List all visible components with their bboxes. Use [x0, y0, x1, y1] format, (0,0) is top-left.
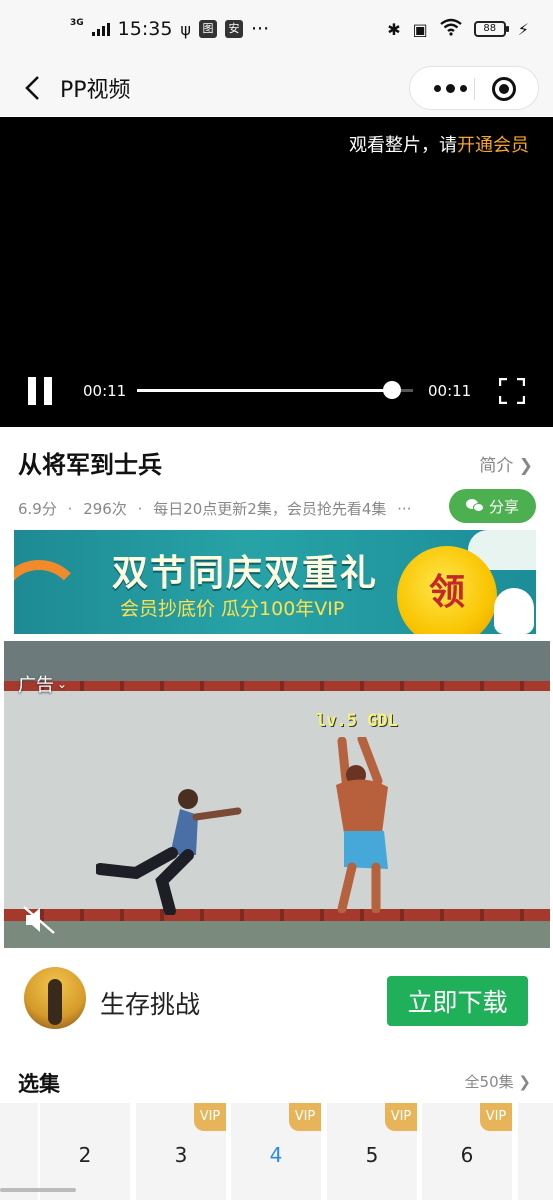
banner-subline: 会员抄底价 瓜分100年VIP — [120, 598, 345, 620]
vip-badge: VIP — [480, 1103, 512, 1131]
progress-handle[interactable] — [383, 381, 402, 399]
episode-tile[interactable]: 5 VIP — [327, 1103, 417, 1200]
vip-badge: VIP — [385, 1103, 417, 1131]
app-avatar — [24, 967, 86, 1029]
update-info: 每日20点更新2集，会员抢先看4集 — [153, 500, 387, 518]
meta-dot: · — [137, 500, 143, 518]
status-right: ✱ ▣ 88 ⚡ — [387, 18, 529, 40]
show-title: 从将军到士兵 — [18, 451, 162, 479]
ad-brick-strip — [4, 681, 550, 691]
wechat-icon — [465, 499, 484, 513]
progress-fill — [137, 389, 393, 392]
show-meta: 6.9分 · 296次 · 每日20点更新2集，会员抢先看4集 ··· — [18, 498, 443, 519]
episode-tile-partial[interactable] — [0, 1103, 38, 1200]
network-type: 3G — [70, 18, 84, 28]
intro-link[interactable]: 简介 ❯ — [479, 451, 533, 476]
more-notifications: ··· — [250, 18, 270, 40]
ad-video[interactable]: 广告 ⌄ lv.5 GDL — [4, 641, 550, 948]
meta-dot: · — [67, 500, 73, 518]
usb-icon: ψ — [180, 19, 191, 39]
status-left: 3G 15:35 ψ 图 安 ··· — [70, 18, 269, 40]
more-options-icon[interactable] — [428, 77, 472, 99]
vip-prompt-text: 观看整片，请 — [349, 135, 457, 156]
ad-label-text: 广告 — [18, 675, 54, 696]
ribbon-decoration — [14, 560, 84, 634]
nav-bar: PP视频 — [0, 60, 553, 116]
fullscreen-icon[interactable] — [499, 378, 525, 404]
running-fighter-figure — [96, 789, 242, 915]
app-notification-icon: 图 — [198, 20, 217, 38]
episode-tile[interactable]: 3 VIP — [136, 1103, 226, 1200]
status-time: 15:35 — [117, 18, 173, 40]
total-time: 00:11 — [428, 382, 472, 400]
capsule-divider — [474, 78, 475, 100]
ad-label[interactable]: 广告 ⌄ — [18, 671, 67, 697]
charging-icon: ⚡ — [517, 19, 529, 39]
vibrate-icon: ▣ — [412, 19, 428, 39]
page-title: PP视频 — [60, 78, 131, 103]
episode-number: 2 — [78, 1143, 92, 1167]
intro-label: 简介 — [479, 456, 514, 476]
signal-icon — [91, 22, 110, 36]
app-download-card: 生存挑战 立即下载 — [0, 955, 553, 1047]
video-player[interactable]: 观看整片，请开通会员 00:11 00:11 — [0, 117, 553, 427]
app-notification-icon-2: 安 — [224, 20, 243, 38]
episode-tile[interactable]: 4 VIP — [231, 1103, 321, 1200]
vip-prompt: 观看整片，请开通会员 — [349, 131, 529, 157]
home-indicator — [0, 1188, 76, 1192]
pause-icon[interactable] — [28, 377, 52, 405]
play-count: 296次 — [83, 500, 127, 518]
episode-list: 2 3 VIP 4 VIP 5 VIP 6 VIP — [0, 1103, 553, 1200]
all-episodes-link[interactable]: 全50集 ❯ — [465, 1071, 531, 1092]
download-button[interactable]: 立即下载 — [387, 976, 528, 1026]
mute-icon[interactable] — [22, 905, 56, 935]
banner-headline: 双节同庆双重礼 — [112, 553, 379, 594]
battery-icon: 88 — [473, 21, 509, 37]
current-time: 00:11 — [83, 382, 127, 400]
close-mini-program-icon[interactable] — [492, 77, 516, 101]
chevron-right-icon: ❯ — [518, 1073, 531, 1091]
vip-badge: VIP — [194, 1103, 226, 1131]
episode-tile[interactable]: 6 VIP — [422, 1103, 512, 1200]
chevron-right-icon: ❯ — [518, 456, 533, 476]
ellipsis: ··· — [397, 500, 412, 518]
rabbit-decoration — [494, 588, 534, 634]
rating: 6.9分 — [18, 500, 57, 518]
share-button[interactable]: 分享 — [449, 489, 536, 523]
share-label: 分享 — [488, 497, 519, 516]
title-row: 从将军到士兵 简介 ❯ — [0, 427, 553, 489]
progress-bar[interactable] — [137, 381, 413, 399]
ad-game-text: lv.5 GDL — [316, 711, 398, 731]
episodes-title: 选集 — [18, 1072, 60, 1096]
app-name: 生存挑战 — [100, 990, 201, 1019]
back-arrow-icon[interactable] — [22, 74, 46, 102]
muscle-fighter-figure — [336, 737, 388, 913]
mini-program-capsule — [409, 66, 539, 110]
episode-tile-partial[interactable] — [518, 1103, 553, 1200]
bluetooth-icon: ✱ — [387, 19, 401, 39]
ad-floor-stones — [4, 921, 550, 948]
status-bar: 3G 15:35 ψ 图 安 ··· ✱ ▣ 88 ⚡ — [0, 0, 553, 60]
chevron-down-icon: ⌄ — [57, 677, 68, 691]
episode-number: 6 — [460, 1143, 474, 1167]
episode-number: 5 — [365, 1143, 379, 1167]
promo-banner[interactable]: 双节同庆双重礼 会员抄底价 瓜分100年VIP 领 — [14, 530, 536, 634]
open-vip-link[interactable]: 开通会员 — [457, 135, 529, 156]
vip-badge: VIP — [289, 1103, 321, 1131]
all-episodes-label: 全50集 — [464, 1073, 514, 1091]
episode-tile[interactable]: 2 — [40, 1103, 130, 1200]
episode-number: 3 — [174, 1143, 188, 1167]
episode-number: 4 — [269, 1143, 283, 1167]
ad-backdrop — [4, 691, 550, 911]
wifi-icon — [440, 18, 462, 40]
